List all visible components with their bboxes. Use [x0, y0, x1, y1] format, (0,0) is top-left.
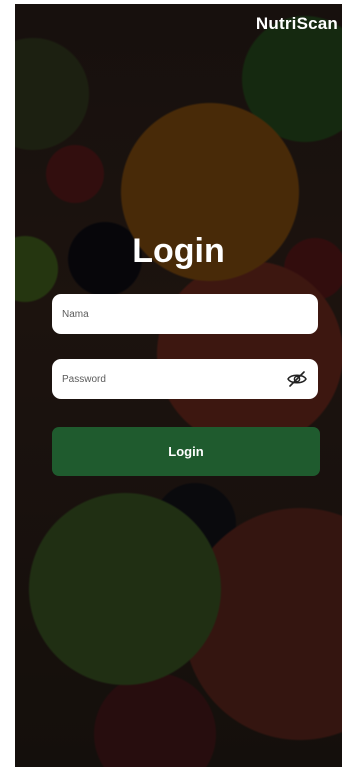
password-field[interactable]: Password	[52, 359, 318, 399]
name-field[interactable]: Nama	[52, 294, 318, 334]
name-placeholder: Nama	[62, 308, 89, 320]
page-title: Login	[132, 232, 225, 270]
eye-off-icon[interactable]	[286, 368, 308, 390]
login-button[interactable]: Login	[52, 427, 320, 476]
password-placeholder: Password	[62, 373, 106, 385]
brand-logo: NutriScan	[255, 14, 338, 33]
login-screen: NutriScan Login Nama Password Login	[15, 4, 342, 767]
